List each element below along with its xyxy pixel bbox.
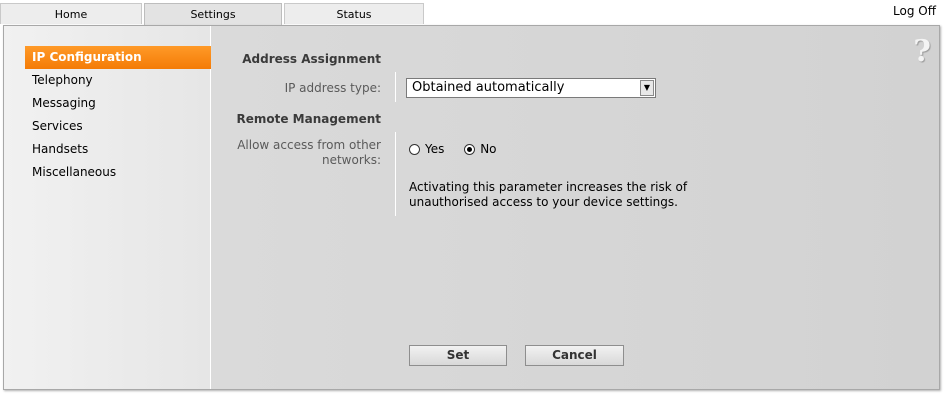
sidebar: IP Configuration Telephony Messaging Ser… <box>4 26 218 389</box>
radio-yes[interactable]: Yes <box>409 142 444 156</box>
sidebar-item-messaging[interactable]: Messaging <box>25 92 218 115</box>
sidebar-item-telephony[interactable]: Telephony <box>25 69 218 92</box>
sidebar-item-ip-configuration[interactable]: IP Configuration <box>25 46 218 69</box>
cancel-button[interactable]: Cancel <box>525 345 624 366</box>
ip-address-type-select[interactable]: Obtained automatically ▼ <box>406 78 656 98</box>
tab-settings[interactable]: Settings <box>144 3 282 26</box>
tab-home[interactable]: Home <box>0 3 142 24</box>
log-off-link[interactable]: Log Off <box>893 4 936 18</box>
tab-status[interactable]: Status <box>284 3 424 24</box>
help-icon[interactable]: ? <box>913 34 931 69</box>
remote-management-heading: Remote Management <box>236 112 381 126</box>
ip-address-type-value: Obtained automatically <box>412 80 565 95</box>
dropdown-arrow-icon[interactable]: ▼ <box>640 80 654 96</box>
radio-no[interactable]: No <box>464 142 497 156</box>
main-frame: IP Configuration Telephony Messaging Ser… <box>3 25 940 390</box>
ip-address-type-label: IP address type: <box>284 81 381 95</box>
set-button[interactable]: Set <box>409 345 507 366</box>
top-tabs: Home Settings Status <box>0 3 944 26</box>
allow-access-radio-group: Yes No <box>409 142 513 158</box>
address-assignment-heading: Address Assignment <box>242 52 381 66</box>
radio-no-label: No <box>480 142 497 156</box>
sidebar-item-handsets[interactable]: Handsets <box>25 138 218 161</box>
sidebar-item-miscellaneous[interactable]: Miscellaneous <box>25 161 218 184</box>
content-panel: ? Address Assignment IP address type: Ob… <box>211 26 939 389</box>
radio-yes-circle[interactable] <box>409 143 420 155</box>
allow-access-label: Allow access from other networks: <box>237 138 381 167</box>
risk-info-text: Activating this parameter increases the … <box>409 180 688 209</box>
divider <box>395 72 396 102</box>
divider <box>395 132 396 216</box>
radio-no-circle[interactable] <box>464 143 476 155</box>
radio-yes-label: Yes <box>425 142 445 156</box>
sidebar-item-services[interactable]: Services <box>25 115 218 138</box>
